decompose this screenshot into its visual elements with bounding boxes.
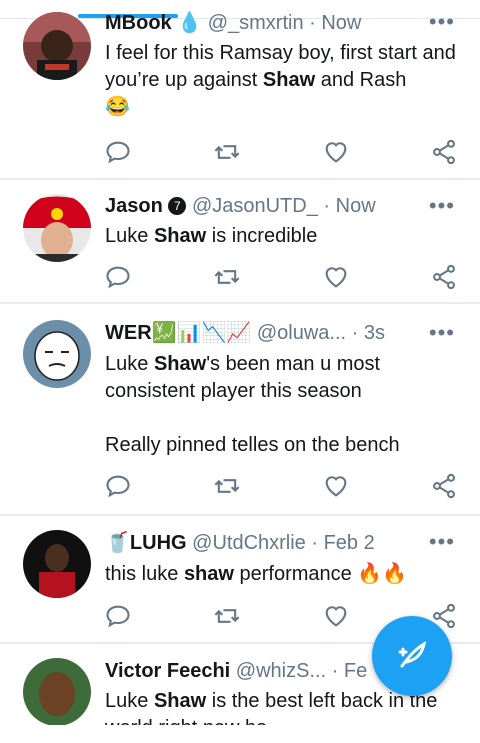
like-icon[interactable] [322, 602, 350, 630]
text-segment: Really pinned telles on the bench [105, 434, 400, 456]
display-name[interactable]: WER [105, 322, 152, 344]
handle[interactable]: @UtdChxrlie [192, 532, 306, 554]
tweet-header: WER💹📊📉📈 @oluwa... · 3s [105, 320, 460, 346]
handle[interactable]: @_smxrtin [208, 12, 304, 34]
tweet-text: this luke shaw performance 🔥🔥 [105, 561, 462, 588]
text-segment: is incredible [206, 225, 318, 247]
text-segment: this luke [105, 563, 184, 585]
like-icon[interactable] [322, 138, 350, 166]
more-options-icon[interactable]: ••• [429, 195, 455, 217]
emoji: 🥤 [105, 532, 130, 554]
share-icon[interactable] [430, 472, 458, 500]
handle[interactable]: @oluwa... [257, 322, 346, 344]
highlight-term: Shaw [153, 353, 207, 375]
tweet-header: Jason 7 @JasonUTD_ · Now [105, 193, 460, 219]
emoji: 💧 [177, 12, 203, 34]
tweet-separator [0, 302, 480, 304]
tweet-text: I feel for this Ramsay boy, first start … [105, 40, 462, 121]
highlight-term: shaw [183, 563, 234, 585]
like-icon[interactable] [322, 263, 350, 291]
display-name[interactable]: MBook [105, 12, 172, 34]
tweet-separator [0, 514, 480, 516]
retweet-icon[interactable] [213, 263, 241, 291]
retweet-icon[interactable] [213, 138, 241, 166]
reply-icon[interactable] [104, 138, 132, 166]
compose-tweet-icon [398, 640, 427, 668]
handle[interactable]: @JasonUTD_ [192, 195, 318, 217]
timestamp: · Fe [331, 660, 368, 682]
retweet-icon[interactable] [213, 472, 241, 500]
avatar[interactable] [23, 658, 91, 726]
reply-icon[interactable] [104, 472, 132, 500]
timestamp: · Feb 2 [311, 532, 375, 554]
timestamp: · Now [309, 12, 362, 34]
emoji: 🔥🔥 [357, 563, 408, 585]
tweet-actions [0, 472, 480, 500]
display-name[interactable]: LUHG [130, 532, 187, 554]
highlight-term: Shaw [153, 225, 207, 247]
compose-tweet-button[interactable] [372, 616, 452, 696]
more-options-icon[interactable]: ••• [429, 11, 455, 33]
display-name[interactable]: Jason [105, 195, 163, 217]
text-segment: Luke [105, 225, 154, 247]
more-options-icon[interactable]: ••• [429, 531, 455, 553]
reply-icon[interactable] [104, 263, 132, 291]
emoji: 😂 [105, 96, 130, 118]
emoji: 💹📊📉📈 [151, 322, 252, 344]
tweet-text: Luke Shaw's been man u most consistent p… [105, 351, 462, 459]
share-icon[interactable] [430, 138, 458, 166]
tweet-separator [0, 178, 480, 180]
timestamp: · 3s [351, 322, 385, 344]
like-icon[interactable] [322, 472, 350, 500]
tweet-actions [0, 138, 480, 166]
highlight-term: Shaw [262, 69, 316, 91]
tweet-header: 🥤LUHG @UtdChxrlie · Feb 2 [105, 530, 460, 556]
highlight-term: Shaw [153, 690, 207, 712]
tweet-text: Luke Shaw is incredible [105, 223, 462, 250]
handle[interactable]: @whizS... [236, 660, 326, 682]
avatar[interactable] [23, 530, 91, 598]
text-segment: Luke [105, 690, 154, 712]
display-name[interactable]: Victor Feechi [105, 660, 230, 682]
avatar[interactable] [23, 320, 91, 388]
bottom-edge [0, 725, 480, 743]
tweet-header: MBook 💧 @_smxrtin · Now [105, 10, 460, 36]
share-icon[interactable] [430, 263, 458, 291]
badge: 7 [168, 197, 187, 215]
avatar[interactable] [23, 12, 91, 80]
text-segment: and Rash [315, 69, 407, 91]
avatar[interactable] [23, 194, 91, 262]
tweet-actions [0, 263, 480, 291]
timestamp: · Now [323, 195, 376, 217]
more-options-icon[interactable]: ••• [429, 322, 455, 344]
text-segment: Luke [105, 353, 154, 375]
text-segment: performance [233, 563, 358, 585]
retweet-icon[interactable] [213, 602, 241, 630]
reply-icon[interactable] [104, 602, 132, 630]
